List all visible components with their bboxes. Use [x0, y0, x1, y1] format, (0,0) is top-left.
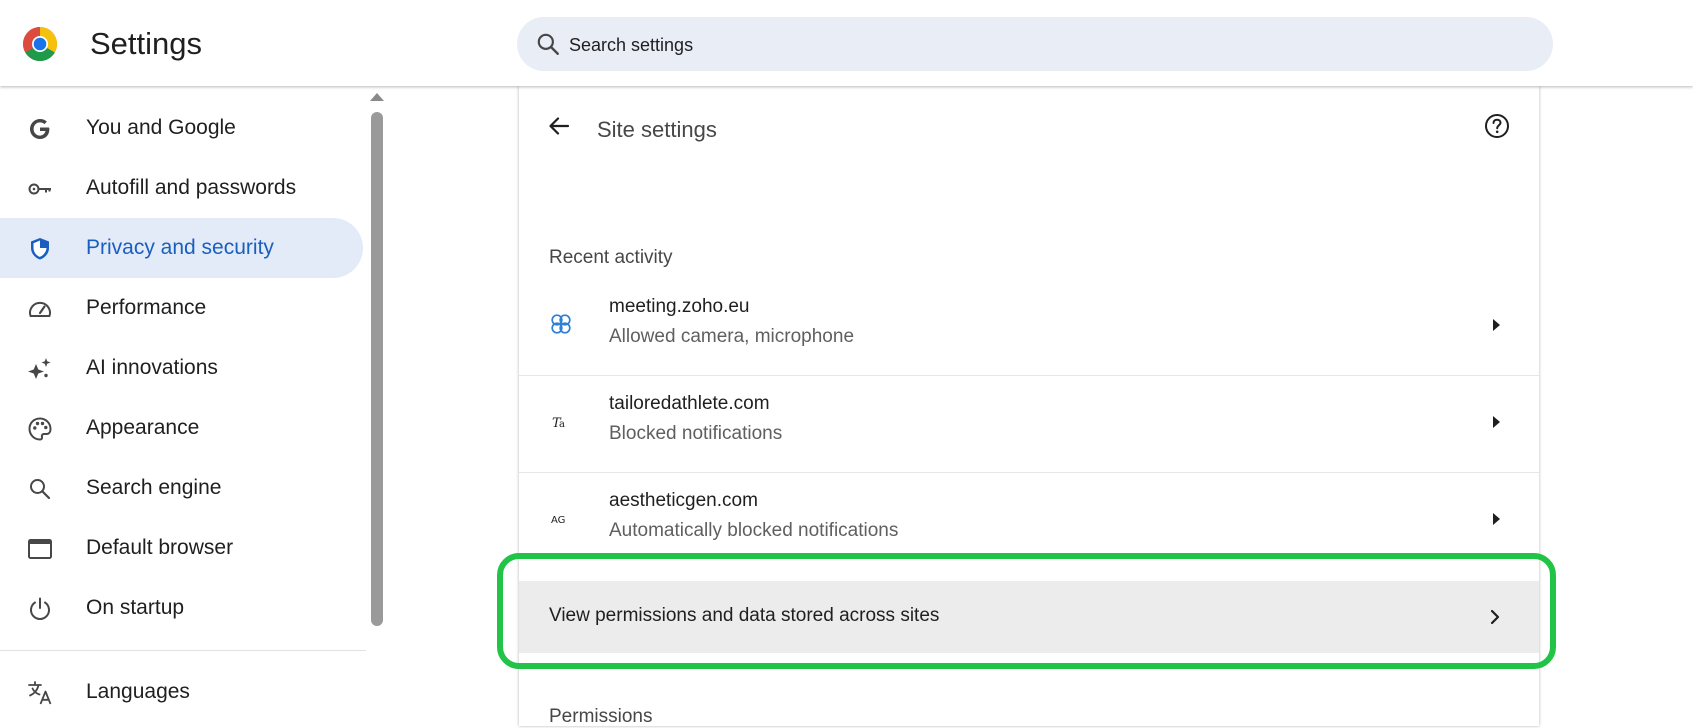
recent-activity-row[interactable]: T a tailoredathlete.com Blocked notifica…	[519, 376, 1539, 473]
sidebar-item-ai-innovations[interactable]: AI innovations	[0, 338, 363, 398]
view-permissions-button[interactable]: View permissions and data stored across …	[519, 581, 1539, 653]
caret-right-icon	[1493, 416, 1500, 428]
top-bar: Settings	[0, 0, 1693, 86]
shield-icon	[31, 238, 49, 260]
scroll-up-arrow[interactable]	[370, 93, 384, 101]
sidebar-item-you-and-google[interactable]: You and Google	[0, 98, 363, 158]
site-activity-detail: Allowed camera, microphone	[609, 326, 855, 347]
sidebar-item-label: Performance	[86, 296, 207, 319]
power-icon	[30, 597, 50, 620]
key-icon	[28, 183, 51, 195]
chevron-right-icon	[1490, 609, 1500, 625]
search-icon	[30, 479, 51, 500]
site-name: aestheticgen.com	[609, 490, 758, 511]
svg-text:AG: AG	[551, 515, 565, 526]
translate-icon	[28, 681, 52, 705]
sidebar-item-label: AI innovations	[86, 356, 218, 379]
permissions-heading: Permissions	[549, 706, 653, 727]
sidebar: You and Google Autofill and passwords Pr…	[0, 86, 384, 717]
back-arrow-icon[interactable]	[545, 112, 573, 140]
caret-right-icon	[1493, 319, 1500, 331]
sidebar-item-default-browser[interactable]: Default browser	[0, 518, 363, 578]
sidebar-scrollbar[interactable]	[371, 112, 383, 626]
search-icon	[537, 33, 559, 55]
google-g-icon	[30, 119, 50, 139]
site-name: tailoredathlete.com	[609, 393, 770, 414]
search-input[interactable]	[567, 17, 1531, 73]
sidebar-item-privacy-and-security[interactable]: Privacy and security	[0, 218, 363, 278]
caret-right-icon	[1493, 513, 1500, 525]
sidebar-item-label: You and Google	[86, 116, 236, 139]
sidebar-item-label: On startup	[86, 596, 185, 619]
sparkle-icon	[28, 358, 51, 379]
sidebar-item-appearance[interactable]: Appearance	[0, 398, 363, 458]
sidebar-item-label: Autofill and passwords	[86, 176, 297, 199]
zoho-icon	[551, 314, 571, 334]
view-permissions-label: View permissions and data stored across …	[549, 605, 940, 626]
recent-activity-heading: Recent activity	[549, 247, 673, 268]
search-bar[interactable]	[517, 17, 1553, 73]
site-activity-detail: Blocked notifications	[609, 423, 783, 444]
sidebar-item-on-startup[interactable]: On startup	[0, 578, 363, 638]
site-name: meeting.zoho.eu	[609, 296, 750, 317]
chrome-logo-icon	[23, 27, 57, 61]
sidebar-item-label: Appearance	[86, 416, 200, 439]
speedometer-icon	[29, 301, 51, 317]
sidebar-item-search-engine[interactable]: Search engine	[0, 458, 363, 518]
sidebar-item-languages[interactable]: Languages	[0, 662, 363, 722]
help-icon[interactable]	[1483, 112, 1511, 140]
ag-icon: AG	[551, 515, 565, 526]
browser-window-icon	[28, 539, 52, 559]
sidebar-item-label: Search engine	[86, 476, 222, 499]
sidebar-item-label: Privacy and security	[86, 236, 274, 259]
svg-text:a: a	[559, 419, 565, 430]
sidebar-item-label: Default browser	[86, 536, 234, 559]
palette-icon	[28, 417, 52, 441]
section-title: Site settings	[597, 117, 717, 142]
site-settings-card: Site settings Recent activity meeting.zo…	[519, 86, 1539, 727]
sidebar-divider	[0, 650, 366, 651]
page-title: Settings	[90, 26, 203, 61]
sidebar-item-autofill[interactable]: Autofill and passwords	[0, 158, 363, 218]
recent-activity-row[interactable]: meeting.zoho.eu Allowed camera, micropho…	[519, 279, 1539, 376]
site-activity-detail: Automatically blocked notifications	[609, 520, 899, 541]
recent-activity-row[interactable]: AG aestheticgen.com Automatically blocke…	[519, 473, 1539, 581]
sidebar-item-performance[interactable]: Performance	[0, 278, 363, 338]
ta-icon: T a	[552, 416, 565, 431]
sidebar-item-label: Languages	[86, 680, 190, 703]
